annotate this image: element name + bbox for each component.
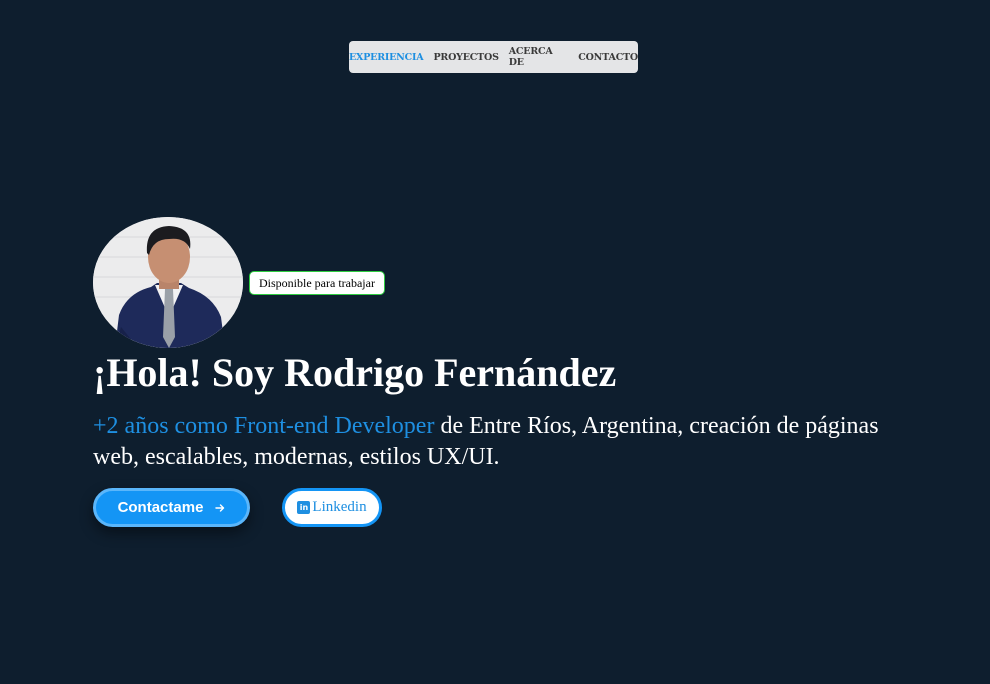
avatar: [93, 217, 243, 348]
linkedin-button[interactable]: in Linkedin: [282, 488, 382, 527]
arrow-right-icon: [215, 503, 225, 512]
nav-item-acerca-de[interactable]: ACERCA DE: [509, 46, 569, 68]
nav-item-experiencia[interactable]: EXPERIENCIA: [349, 52, 424, 63]
linkedin-button-label: Linkedin: [312, 499, 367, 515]
top-nav: EXPERIENCIA PROYECTOS ACERCA DE CONTACTO: [349, 41, 638, 73]
hero-subtitle: +2 años como Front-end Developer de Entr…: [93, 411, 883, 473]
contact-button[interactable]: Contactame: [93, 488, 250, 527]
contact-button-label: Contactame: [117, 499, 204, 516]
nav-item-contacto[interactable]: CONTACTO: [578, 52, 638, 63]
linkedin-icon: in: [297, 501, 311, 514]
nav-item-proyectos[interactable]: PROYECTOS: [433, 52, 499, 63]
page-title: ¡Hola! Soy Rodrigo Fernández: [93, 350, 617, 395]
subtitle-highlight: +2 años como Front-end Developer: [93, 413, 435, 439]
availability-badge: Disponible para trabajar: [249, 271, 385, 295]
profile-photo: [93, 217, 243, 348]
